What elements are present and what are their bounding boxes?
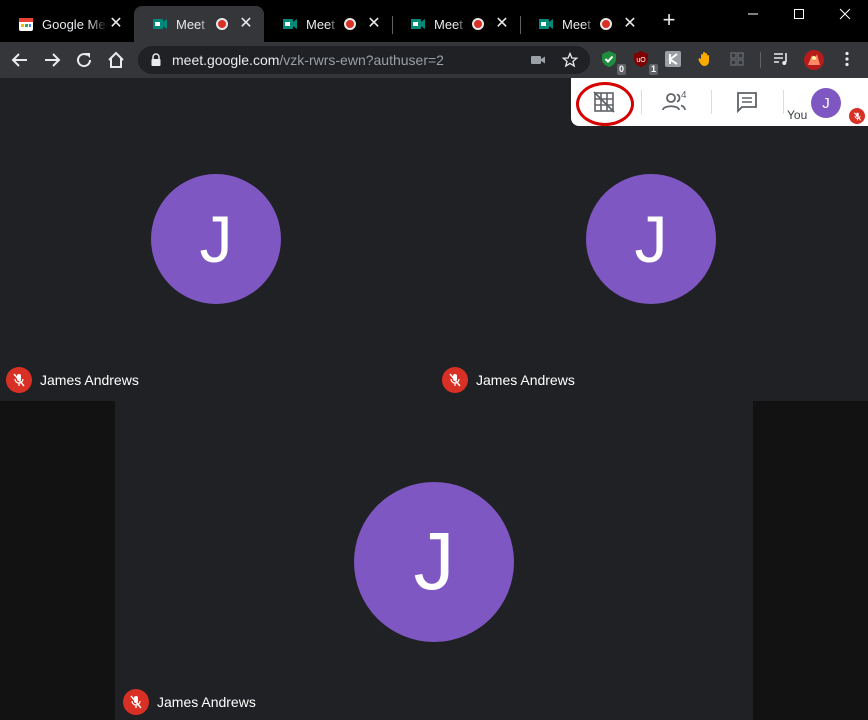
meeting-details-panel: 4 J You [571,78,868,126]
tab-title: Google Meet [42,16,108,32]
recording-indicator-icon [216,18,228,30]
tab-title: Meet – vzk-rwrs-ewn [306,16,338,32]
close-tab-icon[interactable]: ✕ [238,16,254,32]
url-path: /vzk-rwrs-ewn?authuser=2 [279,52,444,68]
panel-separator [711,90,712,114]
address-bar[interactable]: meet.google.com/vzk-rwrs-ewn?authuser=2 [138,46,590,74]
close-tab-icon[interactable]: ✕ [366,16,382,32]
participant-tile[interactable]: J James Andrews [0,78,434,401]
back-button[interactable] [8,48,32,72]
tab-strip: Google Meet ✕ Meet – vzk-rwrs-ewn ✕ Meet… [0,0,868,42]
playlist-music-icon [774,53,787,65]
mic-off-icon [6,367,32,393]
home-button[interactable] [104,48,128,72]
chat-icon [737,92,757,113]
maximize-button[interactable] [776,0,822,28]
participant-name: James Andrews [40,372,139,388]
close-icon [839,8,851,20]
arrow-left-icon [11,53,27,67]
participant-count: 4 [681,90,687,101]
svg-text:uO: uO [636,57,646,64]
profile-avatar-button[interactable] [804,50,824,70]
ublock-extension-button[interactable]: uO 1 [632,50,658,75]
self-avatar[interactable]: J [811,88,841,118]
maximize-icon [794,9,804,19]
participant-nameplate: James Andrews [123,689,256,715]
participant-name: James Andrews [157,694,256,710]
k-extension-button[interactable] [664,50,684,70]
tab-meet-4[interactable]: Meet – vzk-rwrs-ewn ✕ [520,6,648,42]
url-host: meet.google.com [172,52,280,68]
toolbar-separator [760,52,761,68]
camera-permission-icon[interactable] [530,52,546,68]
recording-indicator-icon [472,18,484,30]
close-tab-icon[interactable]: ✕ [622,16,638,32]
tab-title: Meet – vzk-rwrs-ewn [562,16,594,32]
shield-check-extension-button[interactable]: 0 [600,50,626,75]
empty-right-area [753,401,868,720]
recording-indicator-icon [344,18,356,30]
profile-avatar-icon [804,50,824,70]
mic-off-icon [442,367,468,393]
extension-badge: 1 [648,64,658,75]
ublock-shield-icon: uO [634,51,648,67]
url-text: meet.google.com/vzk-rwrs-ewn?authuser=2 [172,52,444,68]
meet-favicon-icon [283,19,297,29]
shield-check-icon [602,51,616,67]
tab-title: Meet – vzk-rwrs-ewn [176,16,210,32]
self-mic-off-icon [849,108,865,124]
grid-extension-button[interactable] [728,50,748,70]
extension-badge: 0 [616,64,626,75]
recording-indicator-icon [600,18,612,30]
participant-name: James Andrews [476,372,575,388]
chat-button[interactable] [733,88,761,116]
grid-icon [730,52,744,66]
participant-avatar: J [354,482,514,642]
tab-meet-2[interactable]: Meet – vzk-rwrs-ewn ✕ [264,6,392,42]
close-tab-icon[interactable]: ✕ [108,16,124,32]
participant-nameplate: James Andrews [442,367,575,393]
tab-title: Meet – vzk-rwrs-ewn [434,16,466,32]
tab-google-meet[interactable]: Google Meet ✕ [0,6,134,42]
meet-favicon-icon [539,19,553,29]
tab-meet-3[interactable]: Meet – vzk-rwrs-ewn ✕ [392,6,520,42]
meet-favicon-icon [153,19,167,29]
forward-button[interactable] [40,48,64,72]
highlight-circle [576,82,634,126]
tab-meet-active[interactable]: Meet – vzk-rwrs-ewn ✕ [134,6,264,42]
lock-icon [151,53,161,66]
hand-extension-button[interactable] [696,50,716,70]
reload-button[interactable] [72,48,96,72]
panel-separator [783,90,784,114]
raise-hand-icon [698,52,709,66]
panel-separator [641,90,642,114]
close-window-button[interactable] [822,0,868,28]
empty-left-area [0,401,115,720]
bookmark-star-icon[interactable] [562,52,578,68]
browser-menu-button[interactable] [838,50,858,70]
mic-off-icon [123,689,149,715]
k-letter-icon [665,51,681,67]
participant-nameplate: James Andrews [6,367,139,393]
close-tab-icon[interactable]: ✕ [494,16,510,32]
new-tab-button[interactable]: + [658,9,680,32]
more-vertical-icon [845,51,849,67]
participant-avatar: J [586,174,716,304]
reload-icon [77,53,92,68]
self-label: You [787,108,808,122]
meet-favicon-icon [411,19,425,29]
minimize-icon [748,13,758,15]
participant-avatar: J [151,174,281,304]
participant-tile[interactable]: J James Andrews [115,401,753,720]
media-controls-button[interactable] [772,50,792,70]
minimize-button[interactable] [730,0,776,28]
participant-tile[interactable]: J James Andrews [434,78,868,401]
browser-toolbar: meet.google.com/vzk-rwrs-ewn?authuser=2 … [0,42,868,78]
calendar-favicon-icon [19,18,33,31]
arrow-right-icon [45,53,61,67]
home-icon [108,51,124,68]
